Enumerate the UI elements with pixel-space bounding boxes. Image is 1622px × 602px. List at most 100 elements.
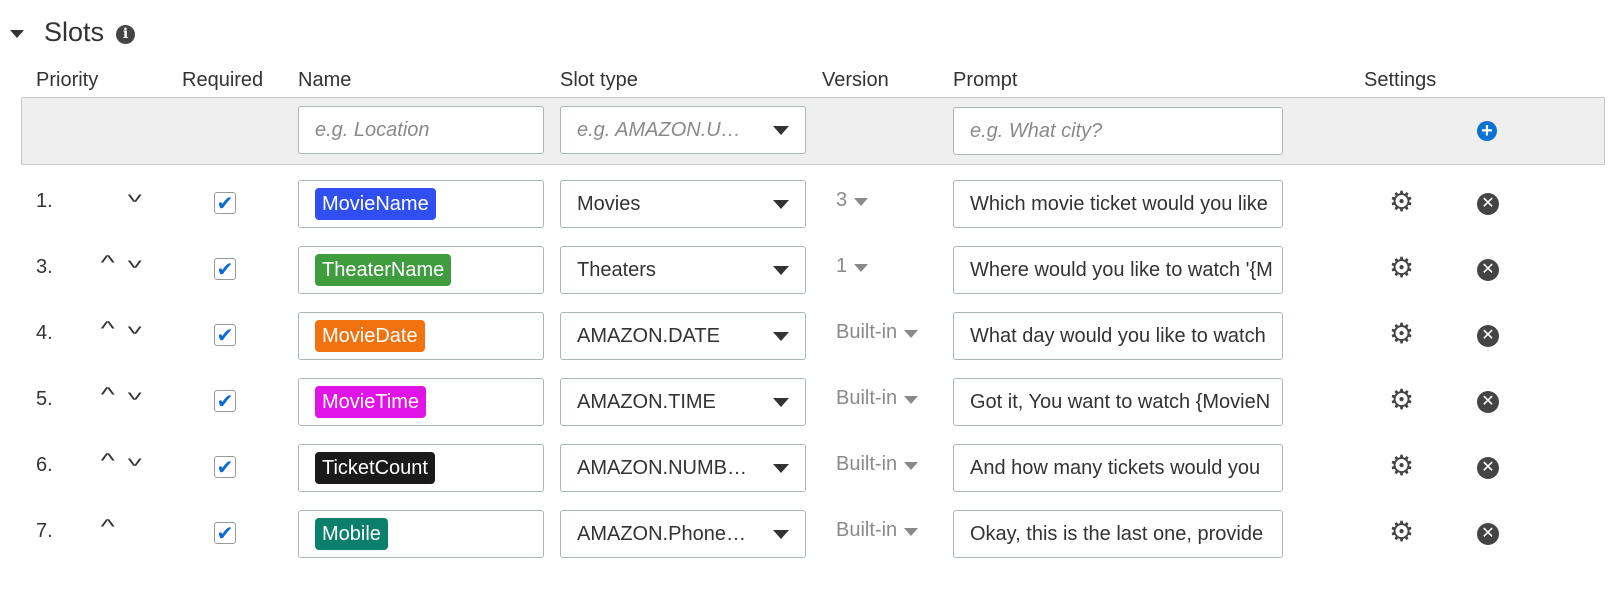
slot-version-select[interactable]: 3 [836, 189, 869, 212]
gear-icon[interactable]: ⚙ [1389, 452, 1414, 480]
slot-priority: 7. [36, 520, 53, 542]
slot-row: 3. ^ ^ ✔ TheaterName Theaters 1 Where wo… [0, 244, 1622, 296]
slot-prompt-input[interactable]: Okay, this is the last one, provide [953, 510, 1283, 558]
gear-icon[interactable]: ⚙ [1389, 518, 1414, 546]
slot-type-value: AMAZON.TIME [577, 390, 716, 413]
slot-prompt-input[interactable]: What day would you like to watch [953, 312, 1283, 360]
chevron-up-icon[interactable]: ^ [101, 252, 115, 275]
required-checkbox[interactable]: ✔ [214, 324, 236, 347]
slot-row: 1. ^ ✔ MovieName Movies 3 Which movie ti… [0, 178, 1622, 230]
plus-circle-icon[interactable]: + [1477, 121, 1497, 141]
chevron-down-icon [773, 464, 789, 473]
required-checkbox[interactable]: ✔ [214, 192, 236, 215]
slot-name-input[interactable]: TicketCount [298, 444, 544, 492]
caret-down-icon[interactable] [10, 30, 24, 38]
caret-down-icon [904, 527, 919, 536]
chevron-up-icon[interactable]: ^ [101, 450, 115, 473]
slot-prompt-input[interactable]: And how many tickets would you [953, 444, 1283, 492]
slot-type-select[interactable]: Theaters [560, 246, 806, 294]
chevron-up-icon[interactable]: ^ [101, 516, 115, 539]
info-icon[interactable]: i [116, 24, 136, 44]
slot-prompt-value: Which movie ticket would you like [970, 192, 1268, 215]
close-circle-icon[interactable]: ✕ [1477, 259, 1499, 281]
col-header-priority: Priority [36, 69, 99, 91]
slot-type-value: Theaters [577, 258, 656, 281]
new-slot-prompt-input[interactable]: e.g. What city? [953, 107, 1283, 155]
slot-prompt-input[interactable]: Got it, You want to watch {MovieN [953, 378, 1283, 426]
chevron-down-icon[interactable]: ^ [128, 248, 142, 271]
close-circle-icon[interactable]: ✕ [1477, 391, 1499, 413]
caret-down-icon [904, 461, 919, 470]
gear-icon[interactable]: ⚙ [1389, 386, 1414, 414]
required-checkbox[interactable]: ✔ [214, 258, 236, 281]
gear-icon[interactable]: ⚙ [1389, 188, 1414, 216]
slot-prompt-input[interactable]: Where would you like to watch '{M [953, 246, 1283, 294]
slot-row: 7. ^ ✔ Mobile AMAZON.Phone… Built-in Oka… [0, 508, 1622, 560]
close-circle-icon[interactable]: ✕ [1477, 325, 1499, 347]
close-circle-icon[interactable]: ✕ [1477, 457, 1499, 479]
slot-type-value: AMAZON.Phone… [577, 522, 746, 545]
slot-priority: 4. [36, 322, 53, 344]
slot-name-input[interactable]: MovieName [298, 180, 544, 228]
slot-type-value: Movies [577, 192, 641, 215]
new-slot-type-select[interactable]: e.g. AMAZON.U… [560, 106, 806, 154]
chevron-down-icon[interactable]: ^ [128, 314, 142, 337]
gear-icon[interactable]: ⚙ [1389, 254, 1414, 282]
slot-name-badge: TicketCount [315, 452, 435, 484]
slot-name-input[interactable]: Mobile [298, 510, 544, 558]
chevron-down-icon[interactable]: ^ [128, 380, 142, 403]
slot-version-value: Built-in [836, 519, 898, 541]
new-slot-prompt-placeholder: e.g. What city? [970, 119, 1103, 142]
required-checkbox[interactable]: ✔ [214, 390, 236, 413]
slot-type-select[interactable]: Movies [560, 180, 806, 228]
slot-version-select[interactable]: 1 [836, 255, 869, 278]
slot-prompt-value: Got it, You want to watch {MovieN [970, 390, 1271, 413]
chevron-down-icon [773, 332, 789, 341]
chevron-down-icon [773, 398, 789, 407]
slot-name-input[interactable]: TheaterName [298, 246, 544, 294]
new-slot-row [21, 97, 1605, 165]
close-circle-icon[interactable]: ✕ [1477, 523, 1499, 545]
close-circle-icon[interactable]: ✕ [1477, 193, 1499, 215]
col-header-name: Name [298, 69, 352, 91]
slot-version-select[interactable]: Built-in [836, 519, 919, 542]
section-title: Slots [44, 16, 105, 47]
chevron-down-icon[interactable]: ^ [128, 182, 142, 205]
new-slot-type-placeholder: e.g. AMAZON.U… [577, 118, 741, 141]
chevron-up-icon[interactable]: ^ [101, 384, 115, 407]
slot-type-select[interactable]: AMAZON.Phone… [560, 510, 806, 558]
slot-prompt-value: Where would you like to watch '{M [970, 258, 1273, 281]
required-checkbox[interactable]: ✔ [214, 456, 236, 479]
slot-priority: 3. [36, 256, 53, 278]
col-header-settings: Settings [1364, 69, 1437, 91]
slot-name-badge: TheaterName [315, 254, 452, 286]
chevron-down-icon [773, 126, 789, 135]
slot-row: 6. ^ ^ ✔ TicketCount AMAZON.NUMB… Built-… [0, 442, 1622, 494]
slot-prompt-value: And how many tickets would you [970, 456, 1261, 479]
slot-version-select[interactable]: Built-in [836, 387, 919, 410]
chevron-down-icon [773, 200, 789, 209]
slot-version-select[interactable]: Built-in [836, 321, 919, 344]
caret-down-icon [904, 395, 919, 404]
slot-prompt-input[interactable]: Which movie ticket would you like [953, 180, 1283, 228]
caret-down-icon [854, 263, 869, 272]
chevron-up-icon[interactable]: ^ [101, 318, 115, 341]
slot-type-select[interactable]: AMAZON.DATE [560, 312, 806, 360]
new-slot-name-input[interactable]: e.g. Location [298, 106, 544, 154]
chevron-down-icon[interactable]: ^ [128, 446, 142, 469]
slot-prompt-value: Okay, this is the last one, provide [970, 522, 1264, 545]
slot-type-select[interactable]: AMAZON.TIME [560, 378, 806, 426]
slot-name-input[interactable]: MovieDate [298, 312, 544, 360]
chevron-down-icon [773, 530, 789, 539]
col-header-prompt: Prompt [953, 69, 1018, 91]
slot-type-select[interactable]: AMAZON.NUMB… [560, 444, 806, 492]
slot-priority: 1. [36, 190, 53, 212]
required-checkbox[interactable]: ✔ [214, 522, 236, 545]
caret-down-icon [904, 329, 919, 338]
slot-row: 5. ^ ^ ✔ MovieTime AMAZON.TIME Built-in … [0, 376, 1622, 428]
slot-type-value: AMAZON.NUMB… [577, 456, 747, 479]
gear-icon[interactable]: ⚙ [1389, 320, 1414, 348]
slot-name-input[interactable]: MovieTime [298, 378, 544, 426]
slots-section-header[interactable]: Slots i [10, 14, 136, 50]
slot-version-select[interactable]: Built-in [836, 453, 919, 476]
